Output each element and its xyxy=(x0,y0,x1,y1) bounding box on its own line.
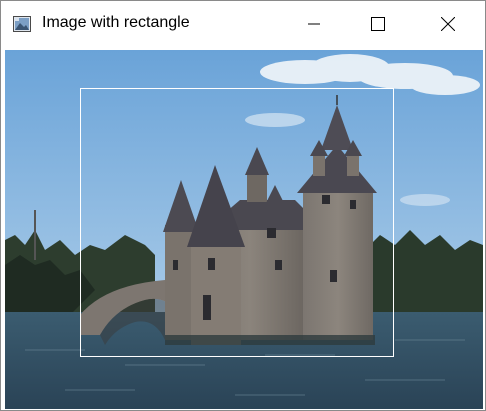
castle-by-lake-photo xyxy=(5,50,483,409)
maximize-icon xyxy=(371,17,385,31)
title-bar[interactable]: Image with rectangle xyxy=(1,1,485,47)
minimize-icon xyxy=(308,23,320,25)
app-image-icon xyxy=(13,16,31,32)
maximize-button[interactable] xyxy=(355,1,401,47)
image-canvas[interactable] xyxy=(5,50,483,409)
minimize-button[interactable] xyxy=(291,1,337,47)
close-icon xyxy=(441,17,455,31)
close-button[interactable] xyxy=(425,1,471,47)
app-window: Image with rectangle xyxy=(0,0,486,411)
window-title: Image with rectangle xyxy=(42,14,190,31)
